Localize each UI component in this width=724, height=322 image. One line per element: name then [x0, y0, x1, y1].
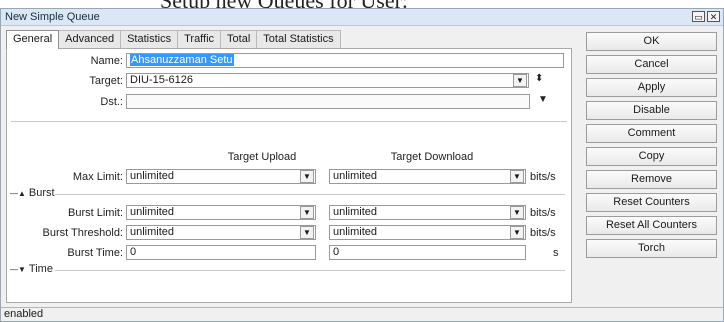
comment-button[interactable]: Comment — [586, 124, 717, 143]
time-section-label: Time — [28, 263, 53, 275]
max-limit-download-dropdown-icon[interactable]: ▼ — [510, 170, 524, 183]
burst-limit-upload-dropdown-icon[interactable]: ▼ — [300, 206, 314, 219]
burst-limit-download-dropdown-icon[interactable]: ▼ — [510, 206, 524, 219]
burst-threshold-upload-dropdown-icon[interactable]: ▼ — [300, 226, 314, 239]
restore-window-button[interactable]: ▭ — [692, 11, 705, 22]
dst-label: Dst.: — [100, 96, 123, 108]
target-label: Target: — [89, 75, 123, 87]
remove-button[interactable]: Remove — [586, 170, 717, 189]
titlebar: New Simple Queue — [1, 9, 723, 26]
action-buttons: OK Cancel Apply Disable Comment Copy Rem… — [586, 32, 717, 262]
time-separator — [55, 270, 565, 271]
burst-time-unit: s — [553, 247, 559, 259]
name-label: Name: — [90, 55, 123, 67]
max-limit-label: Max Limit: — [72, 171, 123, 183]
name-value: Ahsanuzzaman Setu — [130, 54, 234, 66]
apply-button[interactable]: Apply — [586, 78, 717, 97]
burst-limit-upload-input[interactable]: unlimited — [126, 205, 316, 220]
burst-time-label: Burst Time: — [67, 247, 123, 259]
reset-counters-button[interactable]: Reset Counters — [586, 193, 717, 212]
target-input[interactable]: DIU-15-6126 — [126, 73, 529, 88]
max-limit-upload-dropdown-icon[interactable]: ▼ — [300, 170, 314, 183]
tab-general[interactable]: General — [6, 30, 60, 49]
burst-section-toggle[interactable]: —▲ Burst — [10, 187, 55, 199]
tab-advanced[interactable]: Advanced — [58, 30, 122, 49]
tab-traffic[interactable]: Traffic — [177, 30, 222, 49]
burst-threshold-upload-input[interactable]: unlimited — [126, 225, 316, 240]
cancel-button[interactable]: Cancel — [586, 55, 717, 74]
triangle-down-icon: —▼ — [10, 264, 26, 274]
updown-arrows-icon[interactable]: ⬍ — [535, 73, 543, 84]
name-input[interactable]: Ahsanuzzaman Setu — [126, 53, 564, 68]
reset-all-counters-button[interactable]: Reset All Counters — [586, 216, 717, 235]
general-panel: Name: Ahsanuzzaman Setu Target: DIU-15-6… — [6, 48, 572, 303]
tab-total[interactable]: Total — [220, 30, 258, 49]
dst-input[interactable] — [126, 94, 530, 109]
burst-threshold-download-dropdown-icon[interactable]: ▼ — [510, 226, 524, 239]
ok-button[interactable]: OK — [586, 32, 717, 51]
burst-limit-label: Burst Limit: — [67, 207, 123, 219]
burst-threshold-label: Burst Threshold: — [42, 227, 123, 239]
max-limit-download-input[interactable]: unlimited — [329, 169, 526, 184]
torch-button[interactable]: Torch — [586, 239, 717, 258]
close-window-button[interactable]: ✕ — [707, 11, 720, 22]
tab-total-statistics[interactable]: Total Statistics — [256, 30, 341, 49]
copy-button[interactable]: Copy — [586, 147, 717, 166]
max-limit-unit: bits/s — [530, 171, 556, 183]
dst-dropdown-icon[interactable]: ▼ — [538, 94, 548, 105]
burst-threshold-download-input[interactable]: unlimited — [329, 225, 526, 240]
new-simple-queue-window: New Simple Queue ▭ ✕ General Advanced St… — [0, 8, 724, 322]
max-limit-upload-input[interactable]: unlimited — [126, 169, 316, 184]
target-download-header: Target Download — [390, 151, 474, 163]
triangle-up-icon: —▲ — [10, 188, 26, 198]
status-bar: enabled — [1, 307, 723, 321]
time-section-toggle[interactable]: —▼ Time — [10, 263, 53, 275]
target-upload-header: Target Upload — [227, 151, 297, 163]
tab-bar: General Advanced Statistics Traffic Tota… — [6, 30, 341, 49]
disable-button[interactable]: Disable — [586, 101, 717, 120]
burst-limit-unit: bits/s — [530, 207, 556, 219]
burst-time-upload-input[interactable]: 0 — [126, 245, 316, 260]
title-buttons: ▭ ✕ — [692, 11, 720, 22]
burst-section-label: Burst — [28, 187, 55, 199]
burst-time-download-input[interactable]: 0 — [329, 245, 526, 260]
target-dropdown-icon[interactable]: ▼ — [513, 74, 527, 87]
tab-statistics[interactable]: Statistics — [120, 30, 179, 49]
separator — [11, 121, 567, 122]
burst-threshold-unit: bits/s — [530, 227, 556, 239]
window-title: New Simple Queue — [5, 11, 100, 23]
burst-limit-download-input[interactable]: unlimited — [329, 205, 526, 220]
burst-separator — [55, 194, 565, 195]
